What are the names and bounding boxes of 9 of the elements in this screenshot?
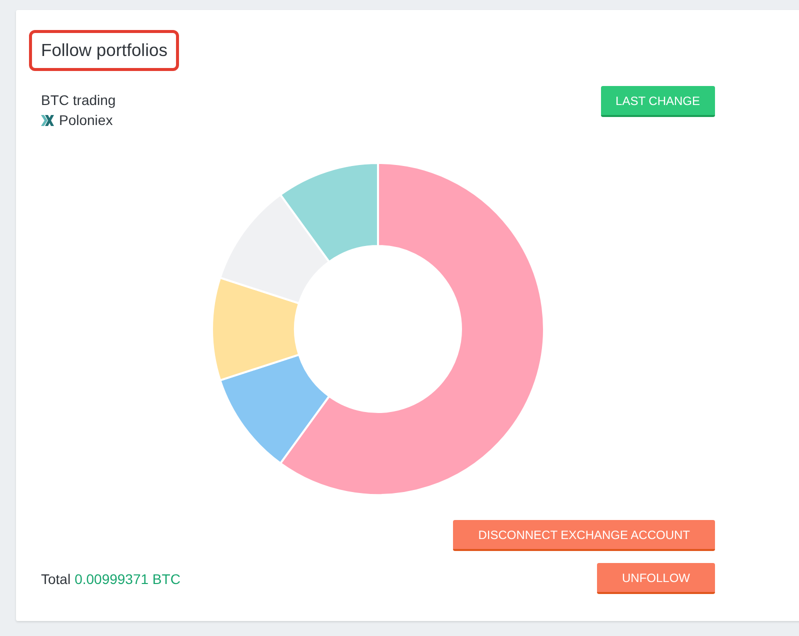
total-value: 0.00999371 BTC [74,570,180,586]
double-chevron-icon [41,114,54,126]
last-change-button[interactable]: LAST CHANGE [600,86,715,117]
exchange-name: Poloniex [59,112,113,128]
disconnect-button[interactable]: DISCONNECT EXCHANGE ACCOUNT [453,520,715,551]
total-label: Total [41,570,71,586]
panel-title: Follow portfolios [41,40,168,61]
unfollow-button[interactable]: UNFOLLOW [596,563,715,594]
portfolio-name: BTC trading [41,92,116,108]
